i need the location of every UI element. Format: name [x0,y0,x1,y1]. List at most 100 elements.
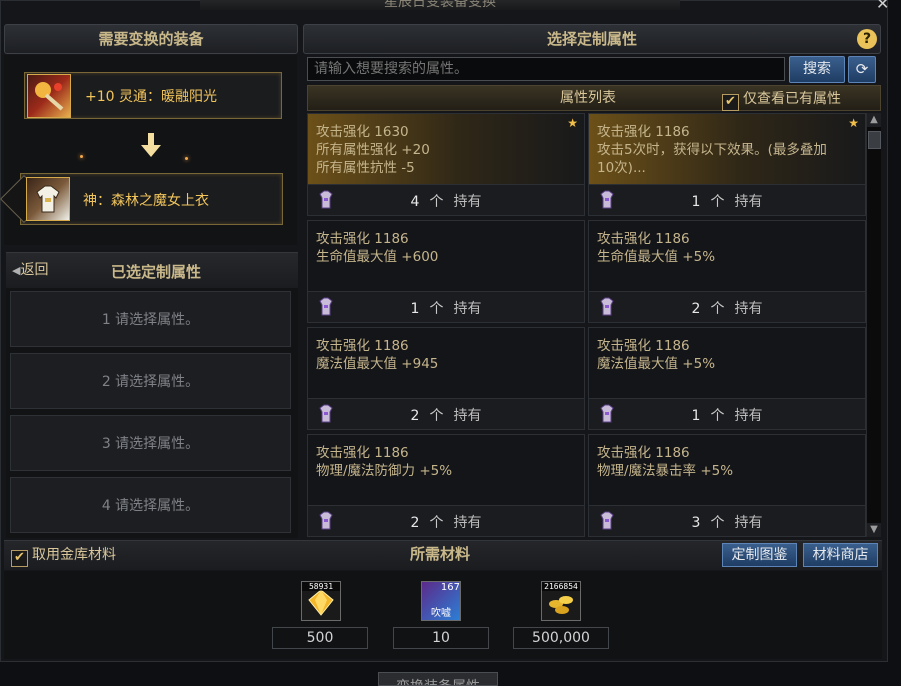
attribute-card[interactable]: 攻击强化 1186 物理/魔法暴击率 +5% 3 个持有 [588,434,866,537]
owned-count-unit: 个 [429,515,444,531]
material-owned-count: 167 [440,582,460,593]
window-title-bar: 星辰日变装备变换 [200,0,680,10]
back-button[interactable]: ◀返回 [12,259,48,279]
selected-attribute-slot[interactable]: 2 请选择属性。 [10,353,291,409]
attribute-line: 攻击强化 1186 [597,338,690,354]
equipment-panel-header: 需要变换的装备 [4,24,298,54]
owned-label: 持有 [453,408,482,424]
checkbox-checked-icon[interactable]: ✔ [11,550,28,567]
owned-count-value: 4 [410,194,420,210]
source-equipment-slot[interactable]: +10 灵通：暖融阳光 [24,72,282,119]
owned-count-value: 2 [410,408,420,424]
material-owned-count: 2166854 [542,582,580,591]
attribute-card[interactable]: 攻击强化 1186 生命值最大值 +5% 2 个持有 [588,220,866,323]
owned-count-value: 1 [691,408,701,424]
owned-count: 1 个持有 [308,298,584,318]
attribute-panel-title: 选择定制属性 [546,30,637,48]
gold-coins-icon[interactable]: 2166854 [541,581,581,621]
owned-only-filter[interactable]: ✔ 仅查看已有属性 [722,88,841,111]
attribute-list-scrollbar[interactable]: ▲ ▼ [866,113,881,537]
owned-count: 3 个持有 [589,512,865,532]
search-button[interactable]: 搜索 [789,56,845,83]
star-icon: ★ [567,116,578,130]
use-gold-storage-label: 取用金库材料 [32,547,116,563]
use-gold-storage-toggle[interactable]: ✔ 取用金库材料 [11,545,116,567]
attribute-card[interactable]: 攻击强化 1186 生命值最大值 +600 1 个持有 [307,220,585,323]
owned-label: 持有 [734,301,763,317]
owned-count-value: 2 [410,515,420,531]
attribute-list: 攻击强化 1630 所有属性强化 +20 所有属性抗性 -5 ★ 4 个持有 攻击强化 11… [307,113,881,537]
attribute-line: 所有属性抗性 -5 [316,160,415,176]
gold-crystal-icon[interactable]: 58931 [301,581,341,621]
attribute-panel-header: 选择定制属性 [303,24,881,54]
materials-title: 所需材料 [409,545,470,563]
owned-count-unit: 个 [710,515,725,531]
attribute-lines: 攻击强化 1186 魔法值最大值 +945 [316,337,438,373]
attribute-card-footer: 1 个持有 [589,398,865,429]
owned-count: 1 个持有 [589,191,865,211]
material-required-quantity: 500,000 [513,627,609,649]
attribute-card[interactable]: 攻击强化 1186 魔法值最大值 +945 2 个持有 [307,327,585,430]
material-tag: 吹嘘 [431,608,451,619]
scroll-thumb[interactable] [868,131,881,149]
owned-label: 持有 [734,515,763,531]
owned-only-filter-label: 仅查看已有属性 [743,91,841,107]
convert-attribute-button[interactable]: 变换装备属性 [378,672,498,686]
owned-label: 持有 [734,194,763,210]
attribute-line: 攻击强化 1186 [316,231,409,247]
material-required-quantity: 500 [272,627,368,649]
window-title: 星辰日变装备变换 [384,0,496,10]
attribute-card-footer: 2 个持有 [308,398,584,429]
forest-witch-top-icon [26,177,70,221]
selected-attribute-slot[interactable]: 4 请选择属性。 [10,477,291,533]
close-icon[interactable]: ✕ [876,0,889,13]
equipment-panel: +10 灵通：暖融阳光 神：森林之魔女上衣 [0,55,297,245]
attribute-line: 生命值最大值 +5% [597,249,716,265]
material-shop-button[interactable]: 材料商店 [803,543,878,567]
attribute-line: 10次)... [597,160,646,176]
checkbox-checked-icon[interactable]: ✔ [722,94,739,111]
attribute-lines: 攻击强化 1186 物理/魔法防御力 +5% [316,444,452,480]
scroll-up-icon[interactable]: ▲ [867,113,881,127]
attribute-line: 攻击强化 1630 [316,124,409,140]
owned-count: 4 个持有 [308,191,584,211]
attribute-line: 攻击强化 1186 [597,124,690,140]
target-equipment-name: 神：森林之魔女上衣 [83,193,209,209]
target-equipment-slot[interactable]: 神：森林之魔女上衣 [0,173,283,225]
owned-count-value: 3 [691,515,701,531]
attribute-line: 所有属性强化 +20 [316,142,430,158]
refresh-icon[interactable]: ⟳ [848,56,876,83]
attribute-card[interactable]: 攻击强化 1186 攻击5次时，获得以下效果。(最多叠加 10次)... ★ 1 个持有 [588,113,866,216]
attribute-lines: 攻击强化 1186 攻击5次时，获得以下效果。(最多叠加 10次)... [597,123,827,177]
selected-attributes-header-bar: ◀返回 已选定制属性 [6,252,298,288]
owned-count: 1 个持有 [589,405,865,425]
ticket-card-icon[interactable]: 167 吹嘘 [421,581,461,621]
attribute-card[interactable]: 攻击强化 1630 所有属性强化 +20 所有属性抗性 -5 ★ 4 个持有 [307,113,585,216]
customize-catalog-button[interactable]: 定制图鉴 [722,543,797,567]
attribute-line: 攻击强化 1186 [597,231,690,247]
attribute-card[interactable]: 攻击强化 1186 魔法值最大值 +5% 1 个持有 [588,327,866,430]
source-equipment-name: +10 灵通：暖融阳光 [85,89,217,105]
owned-count: 2 个持有 [308,512,584,532]
selected-attribute-slot[interactable]: 3 请选择属性。 [10,415,291,471]
material-required-quantity: 10 [393,627,489,649]
help-icon[interactable]: ? [857,29,877,49]
attribute-card-footer: 1 个持有 [308,291,584,322]
scroll-down-icon[interactable]: ▼ [867,523,881,537]
attribute-card[interactable]: 攻击强化 1186 物理/魔法防御力 +5% 2 个持有 [307,434,585,537]
attribute-lines: 攻击强化 1186 魔法值最大值 +5% [597,337,715,373]
attribute-card-footer: 1 个持有 [589,184,865,215]
attribute-search-input[interactable] [307,57,785,81]
selected-attributes-title: 已选定制属性 [110,263,201,281]
attribute-line: 攻击强化 1186 [597,445,690,461]
star-icon: ★ [848,116,859,130]
attribute-card-footer: 2 个持有 [308,505,584,536]
back-button-label: 返回 [20,262,49,278]
convert-attribute-button-label: 变换装备属性 [379,676,497,685]
attribute-line: 物理/魔法防御力 +5% [316,463,453,479]
selected-attribute-slot[interactable]: 1 请选择属性。 [10,291,291,347]
attribute-card-footer: 3 个持有 [589,505,865,536]
owned-count-unit: 个 [429,194,444,210]
owned-count-unit: 个 [429,408,444,424]
attribute-lines: 攻击强化 1186 生命值最大值 +600 [316,230,438,266]
